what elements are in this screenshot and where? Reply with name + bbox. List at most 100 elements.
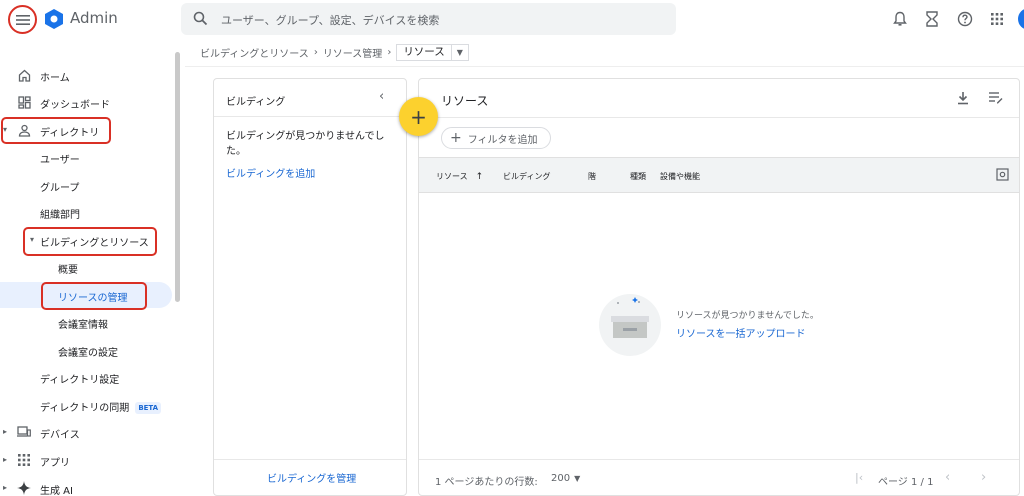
manage-columns-icon[interactable] — [988, 91, 1003, 104]
sidebar-item-label: アプリ — [40, 458, 70, 469]
sidebar-item-label: ディレクトリの同期 BETA — [40, 399, 162, 414]
buildings-panel: ビルディング ‹ ビルディングが見つかりませんでした。 ビルディングを追加 ビル… — [213, 78, 407, 496]
bell-icon — [893, 11, 907, 26]
annotation-highlight — [41, 282, 147, 310]
download-icon[interactable] — [956, 91, 970, 105]
sidebar-item-directory-sync[interactable]: ディレクトリの同期 BETA — [0, 392, 172, 418]
rows-per-page-label: 1 ページあたりの行数: — [435, 477, 538, 488]
apps-grid-icon — [991, 13, 1003, 25]
resources-panel: リソース + フィルタを追加 リソース ↑ ビルディング 階 種類 設備や機能 — [418, 78, 1020, 496]
buildings-panel-header: ビルディング ‹ — [214, 79, 406, 117]
chevron-right-icon: › — [313, 46, 318, 58]
column-header-building[interactable]: ビルディング — [503, 171, 550, 182]
help-icon — [957, 11, 973, 27]
divider — [419, 459, 1019, 460]
column-header-resource[interactable]: リソース ↑ — [436, 171, 483, 182]
devices-icon — [17, 425, 31, 439]
column-label: リソース — [436, 172, 468, 181]
account-avatar[interactable] — [1018, 8, 1024, 30]
chevron-left-icon[interactable]: ‹ — [945, 470, 950, 485]
sidebar-item-label: 生成 AI — [40, 486, 73, 496]
column-header-type[interactable]: 種類 — [630, 171, 646, 182]
breadcrumb: ビルディングとリソース › リソース管理 › リソース ▼ — [200, 43, 469, 61]
dashboard-icon — [17, 95, 31, 109]
sidebar-item-label: グループ — [40, 183, 80, 194]
search-bar[interactable]: ユーザー、グループ、設定、デバイスを検索 — [181, 3, 676, 35]
sidebar-item-org-units[interactable]: 組織部門 — [0, 199, 172, 225]
sidebar-item-room-info[interactable]: 会議室情報 — [0, 309, 172, 335]
hourglass-icon — [926, 11, 938, 27]
caret-right-icon: ▸ — [3, 455, 8, 464]
sidebar-item-room-settings[interactable]: 会議室の設定 — [0, 337, 172, 363]
plus-icon: + — [450, 130, 462, 146]
rows-per-page-select[interactable]: 200 ▼ — [551, 473, 580, 484]
annotation-highlight — [1, 117, 111, 144]
sidebar-item-label: デバイス — [40, 430, 80, 441]
sidebar-item-label: 概要 — [58, 265, 78, 276]
sparkle-icon — [17, 481, 31, 495]
sort-arrow-up-icon: ↑ — [475, 172, 484, 182]
beta-badge: BETA — [135, 402, 162, 414]
column-header-features[interactable]: 設備や機能 — [660, 171, 700, 182]
rows-per-page-value: 200 — [551, 473, 571, 484]
buildings-empty-message: ビルディングが見つかりませんでした。 — [226, 131, 385, 157]
sidebar-item-label: ダッシュボード — [40, 100, 110, 111]
sidebar-item-apps[interactable]: ▸ アプリ — [0, 447, 172, 473]
admin-logo[interactable] — [43, 8, 65, 30]
add-fab-button[interactable]: + — [399, 97, 438, 136]
sidebar-item-home[interactable]: ホーム — [0, 62, 172, 88]
home-icon — [17, 68, 31, 82]
chevron-left-icon[interactable]: ‹ — [379, 89, 384, 104]
apps-grid-icon — [17, 453, 31, 467]
resources-empty-message: リソースが見つかりませんでした。 — [676, 311, 819, 321]
add-filter-label: フィルタを追加 — [467, 134, 538, 146]
bulk-upload-link[interactable]: リソースを一括アップロード — [676, 325, 806, 340]
sidebar-scrollbar[interactable] — [175, 52, 180, 302]
sidebar-item-label: ユーザー — [40, 155, 80, 166]
sidebar-item-devices[interactable]: ▸ デバイス — [0, 419, 172, 445]
sidebar-item-overview[interactable]: 概要 — [0, 254, 172, 280]
first-page-icon[interactable]: |‹ — [855, 471, 863, 484]
divider — [214, 459, 406, 460]
chevron-right-icon[interactable]: › — [981, 470, 986, 485]
sidebar-item-groups[interactable]: グループ — [0, 172, 172, 198]
sidebar-item-label: ホーム — [40, 73, 70, 84]
dropdown-arrow-icon: ▼ — [574, 474, 581, 483]
help-button[interactable] — [955, 9, 975, 29]
divider — [419, 117, 1019, 118]
notifications-button[interactable] — [890, 9, 910, 29]
caret-right-icon: ▸ — [3, 427, 8, 436]
breadcrumb-item[interactable]: リソース管理 — [323, 45, 383, 60]
sidebar-item-label: ディレクトリ設定 — [40, 375, 120, 386]
main-menu-button[interactable] — [8, 5, 37, 34]
sidebar-item-label: 組織部門 — [40, 210, 80, 221]
settings-icon[interactable] — [996, 168, 1009, 181]
directory-sync-label: ディレクトリの同期 — [40, 403, 130, 414]
manage-buildings-link[interactable]: ビルディングを管理 — [267, 470, 356, 485]
breadcrumb-item[interactable]: ビルディングとリソース — [200, 45, 309, 60]
sidebar-item-dashboard[interactable]: ダッシュボード — [0, 89, 172, 115]
column-header-floor[interactable]: 階 — [588, 171, 596, 182]
apps-launcher-button[interactable] — [987, 9, 1007, 29]
sidebar-item-gen-ai[interactable]: ▸ 生成 AI — [0, 475, 172, 496]
resources-panel-title: リソース — [441, 94, 489, 108]
dropdown-arrow-icon: ▼ — [456, 47, 463, 57]
sidebar-item-users[interactable]: ユーザー — [0, 144, 172, 170]
sidebar-item-label: 会議室の設定 — [58, 348, 118, 359]
page-indicator: ページ 1 / 1 — [878, 477, 934, 488]
breadcrumb-current-dropdown[interactable]: リソース ▼ — [396, 43, 469, 61]
sidebar-item-directory-settings[interactable]: ディレクトリ設定 — [0, 364, 172, 390]
annotation-highlight — [23, 227, 157, 256]
search-input[interactable]: ユーザー、グループ、設定、デバイスを検索 — [221, 12, 439, 28]
menu-icon — [15, 14, 30, 25]
top-bar: Admin ユーザー、グループ、設定、デバイスを検索 — [0, 0, 1024, 38]
add-building-link[interactable]: ビルディングを追加 — [226, 165, 315, 180]
search-icon — [193, 11, 208, 26]
empty-state-illustration — [599, 294, 661, 356]
chevron-right-icon: › — [387, 46, 392, 58]
divider — [185, 66, 1024, 67]
add-filter-button[interactable]: + フィルタを追加 — [441, 127, 551, 149]
app-title[interactable]: Admin — [70, 9, 118, 27]
tasks-button[interactable] — [922, 9, 942, 29]
table-header: リソース ↑ ビルディング 階 種類 設備や機能 — [419, 157, 1019, 193]
